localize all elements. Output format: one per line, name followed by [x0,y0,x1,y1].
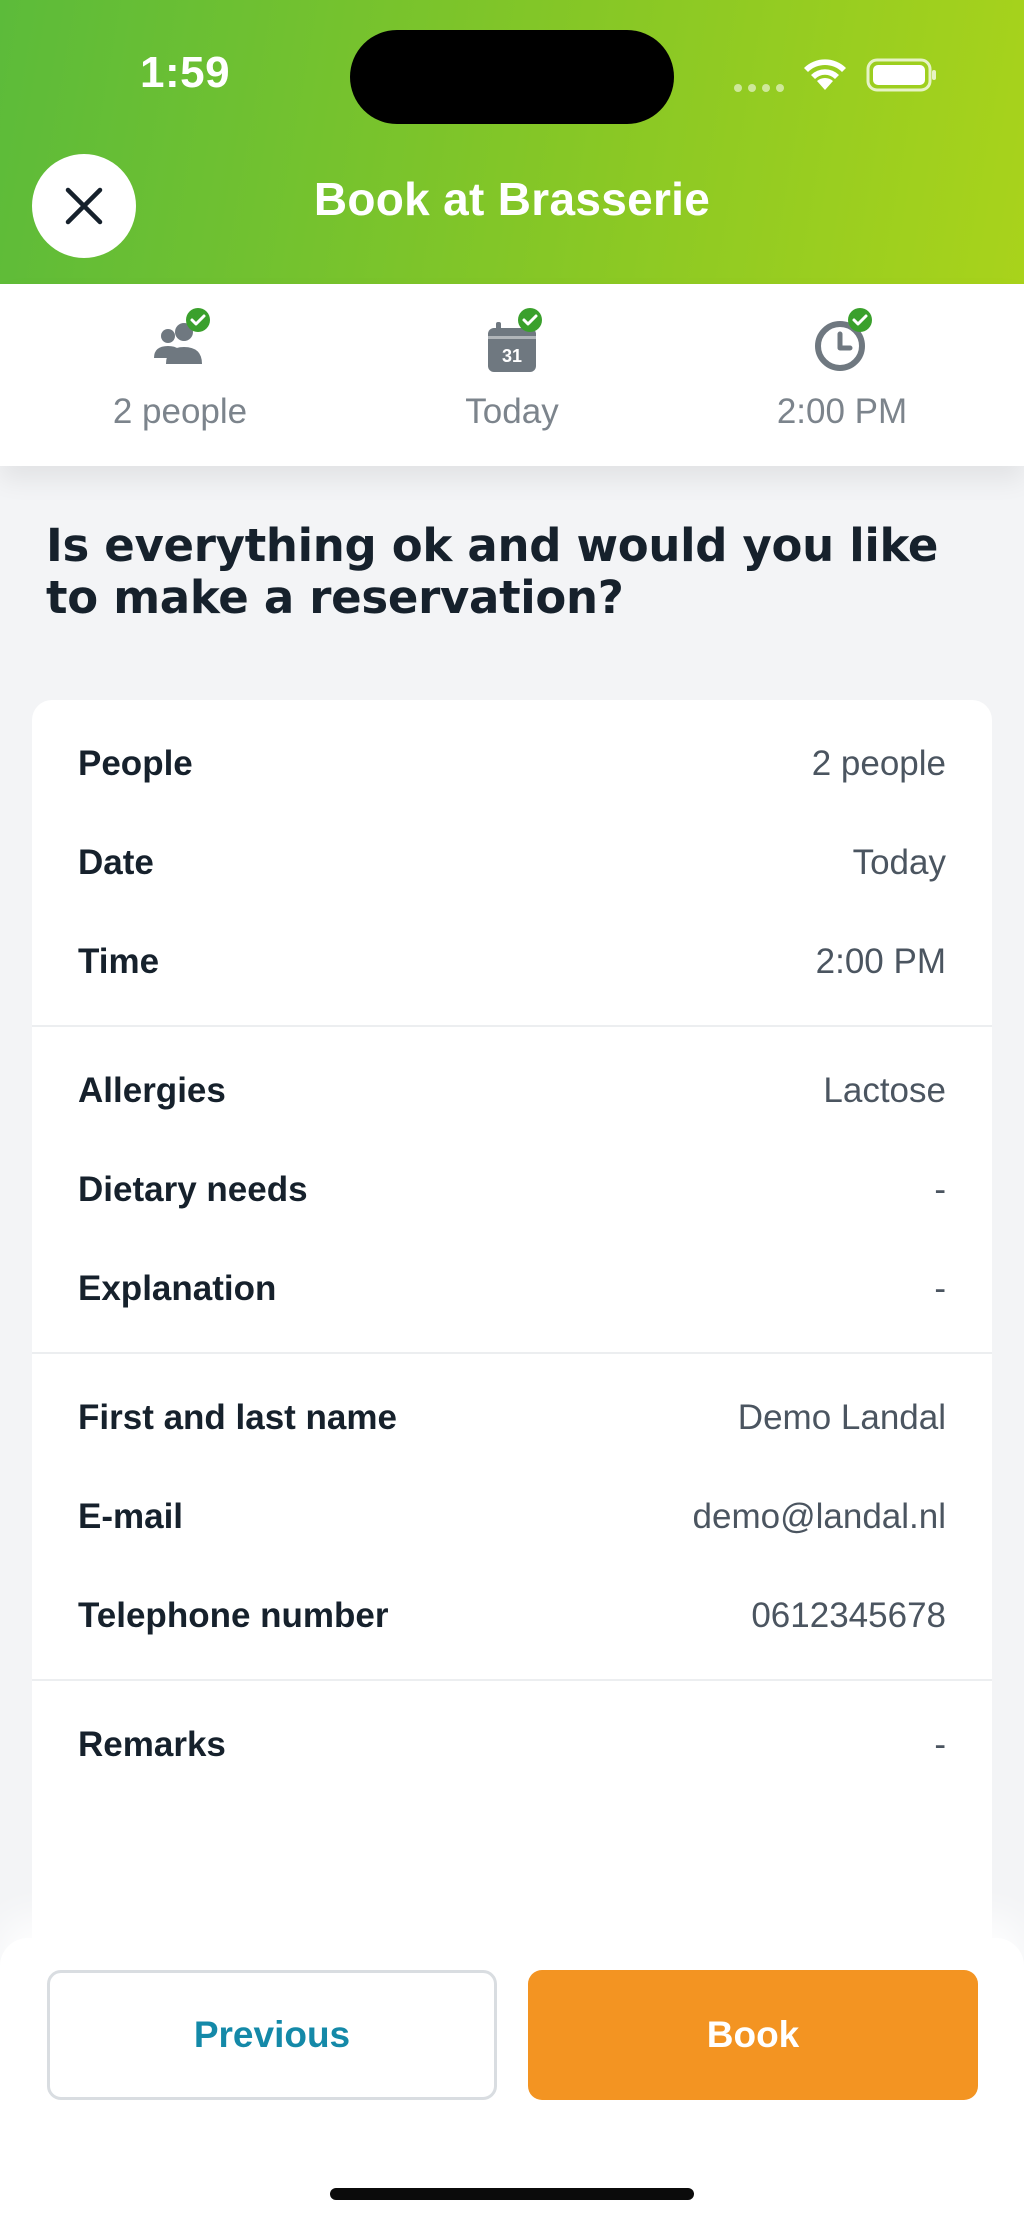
summary-value: 0612345678 [751,1595,946,1635]
step-date[interactable]: 31 Today [362,284,662,466]
summary-row-email: E-mail demo@landal.nl [32,1467,992,1566]
summary-value: - [934,1169,946,1209]
summary-key: E-mail [78,1496,184,1536]
step-time[interactable]: 2:00 PM [692,284,992,466]
people-icon [154,308,210,364]
summary-key: Dietary needs [78,1169,308,1209]
summary-row-date: Date Today [32,813,992,912]
book-button[interactable]: Book [528,1970,978,2100]
summary-key: Time [78,941,160,981]
clock-icon [815,308,872,371]
summary-section-diet: Allergies Lactose Dietary needs - Explan… [32,1027,992,1354]
booking-steps: 2 people 31 Today 2:00 PM [0,284,1024,466]
summary-section-contact: First and last name Demo Landal E-mail d… [32,1354,992,1681]
summary-value: - [934,1724,946,1764]
page-title: Book at Brasserie [313,173,711,225]
summary-row-explanation: Explanation - [32,1239,992,1338]
header: 1:59 Book at Brasserie [0,0,1024,284]
status-time: 1:59 [140,48,231,97]
step-people-label: 2 people [112,392,248,431]
calendar-day-text: 31 [502,346,522,366]
bottom-action-bar: Previous Book [0,1938,1024,2220]
summary-key: Explanation [78,1268,277,1308]
summary-row-remarks: Remarks - [32,1695,992,1794]
calendar-icon: 31 [488,308,542,372]
summary-key: Date [78,842,154,882]
reservation-summary-card: People 2 people Date Today Time 2:00 PM … [32,700,992,2060]
summary-key: First and last name [78,1397,397,1437]
step-date-label: Today [465,392,559,431]
summary-value: Today [852,842,946,882]
confirmation-question: Is everything ok and would you like to m… [46,519,939,624]
summary-value: demo@landal.nl [692,1496,946,1536]
summary-value: Lactose [823,1070,946,1110]
summary-row-allergies: Allergies Lactose [32,1041,992,1140]
summary-section-booking: People 2 people Date Today Time 2:00 PM [32,700,992,1027]
battery-icon [866,58,936,92]
previous-button[interactable]: Previous [47,1970,497,2100]
wifi-icon [804,59,846,90]
step-people[interactable]: 2 people [30,284,330,466]
summary-value: Demo Landal [737,1397,946,1437]
summary-value: - [934,1268,946,1308]
summary-key: Remarks [78,1724,226,1764]
summary-key: People [78,743,193,783]
summary-row-people: People 2 people [32,714,992,813]
summary-value: 2:00 PM [815,941,946,981]
summary-row-time: Time 2:00 PM [32,912,992,1011]
summary-key: Allergies [78,1070,226,1110]
step-time-label: 2:00 PM [776,392,908,431]
summary-row-name: First and last name Demo Landal [32,1368,992,1467]
summary-section-remarks: Remarks - [32,1681,992,1808]
summary-value: 2 people [811,743,946,783]
summary-row-dietary-needs: Dietary needs - [32,1140,992,1239]
dynamic-island [350,30,674,124]
home-indicator[interactable] [330,2188,694,2200]
summary-key: Telephone number [78,1595,389,1635]
summary-row-telephone: Telephone number 0612345678 [32,1566,992,1665]
cellular-signal-icon [734,84,784,92]
